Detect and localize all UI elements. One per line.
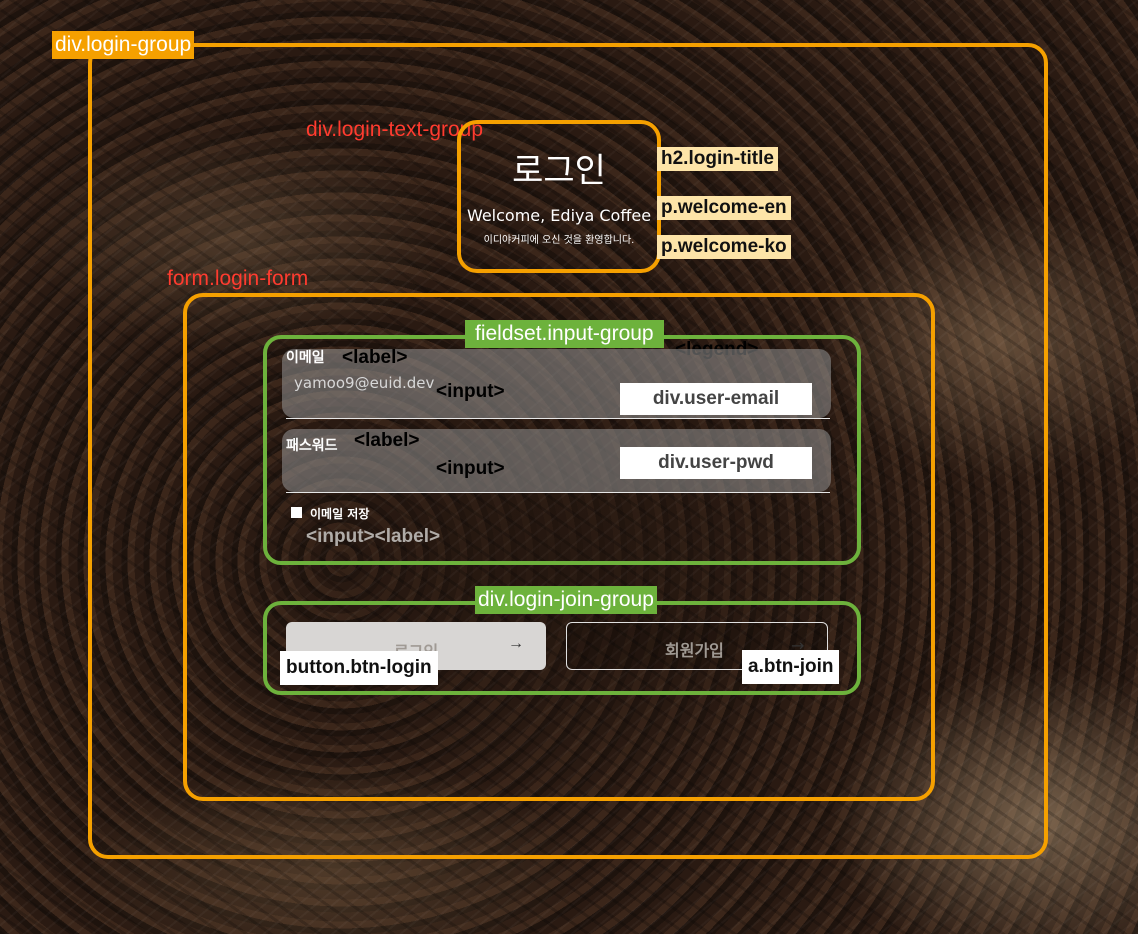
email-input-tag: <input> — [436, 381, 505, 402]
password-label-tag: <label> — [354, 430, 420, 451]
email-label-tag: <label> — [342, 347, 408, 368]
welcome-ko-tag: p.welcome-ko — [657, 235, 791, 259]
login-form-tag: form.login-form — [167, 267, 309, 290]
welcome-en-tag: p.welcome-en — [657, 196, 791, 220]
save-email-tags: <input><label> — [306, 526, 441, 547]
password-label: 패스워드 — [286, 438, 338, 454]
save-email-checkbox[interactable] — [291, 507, 302, 518]
input-group-tag: fieldset.input-group — [465, 320, 664, 348]
password-underline — [286, 492, 830, 493]
arrow-right-icon: → — [508, 635, 524, 652]
email-label: 이메일 — [286, 350, 325, 366]
user-pwd-tag: div.user-pwd — [620, 447, 812, 479]
user-email-tag: div.user-email — [620, 383, 812, 415]
login-join-group-tag: div.login-join-group — [475, 586, 657, 614]
email-underline — [286, 418, 830, 419]
btn-login-tag: button.btn-login — [280, 651, 438, 685]
btn-join-tag: a.btn-join — [742, 650, 840, 684]
login-title-tag: h2.login-title — [657, 147, 778, 171]
welcome-ko: 이디야커피에 오신 것을 환영합니다. — [483, 235, 635, 246]
save-email-label[interactable]: 이메일 저장 — [310, 505, 369, 522]
join-link-label: 회원가입 — [665, 641, 724, 660]
login-group-tag: div.login-group — [52, 31, 195, 59]
login-title: 로그인 — [512, 151, 606, 191]
password-input-tag: <input> — [436, 458, 505, 479]
welcome-en: Welcome, Ediya Coffee — [466, 206, 652, 225]
